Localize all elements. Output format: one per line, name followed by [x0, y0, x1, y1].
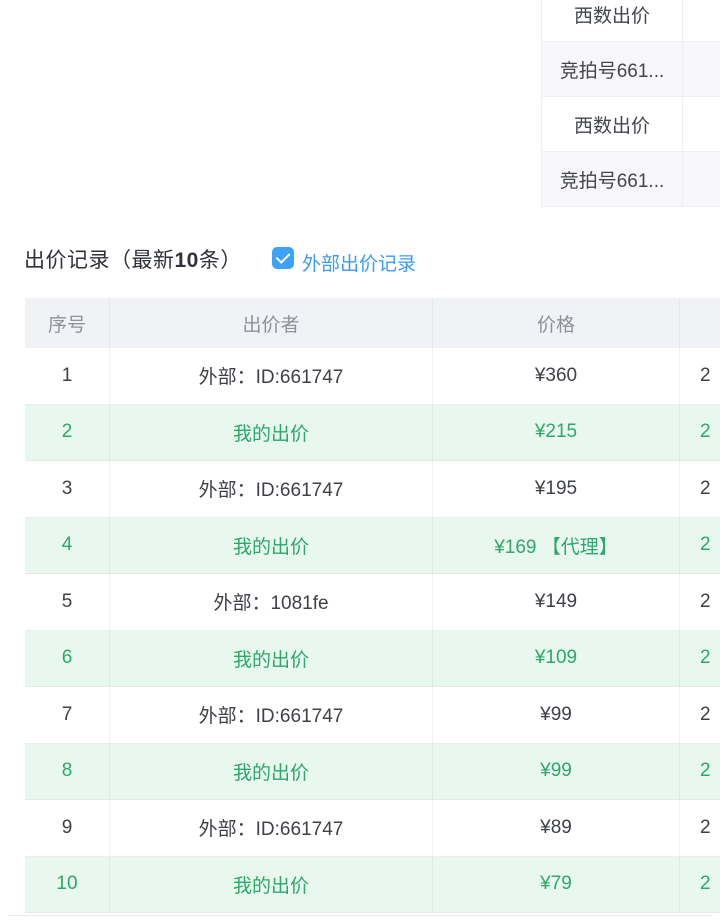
cell-price: ¥99: [433, 687, 680, 743]
cell-time-partial: 2: [680, 857, 720, 913]
info-value-cell: [683, 97, 720, 151]
cell-time-partial: 2: [680, 518, 720, 574]
cell-price: ¥109: [433, 631, 680, 687]
cell-index: 5: [25, 574, 110, 630]
cell-index: 9: [25, 800, 110, 856]
cell-price: ¥195: [433, 461, 680, 517]
info-value-cell: [683, 152, 720, 206]
cell-time-partial: 2: [680, 574, 720, 630]
table-row: 5 外部：1081fe ¥149 2: [25, 574, 720, 631]
cell-index: 3: [25, 461, 110, 517]
table-row: 8 我的出价 ¥99 2: [25, 744, 720, 801]
cell-price: ¥89: [433, 800, 680, 856]
cell-time-partial: 2: [680, 348, 720, 404]
header-price: 价格: [433, 298, 680, 348]
table-row: 7 外部：ID:661747 ¥99 2: [25, 687, 720, 744]
info-value-cell: [683, 42, 720, 96]
header-bidder: 出价者: [110, 298, 433, 348]
bid-history-title-suffix: 条）: [199, 249, 242, 272]
cell-bidder: 外部：ID:661747: [110, 348, 433, 404]
bid-history-title-prefix: 出价记录（最新: [24, 249, 175, 272]
cell-time-partial: 2: [680, 631, 720, 687]
cell-time-partial: 2: [680, 461, 720, 517]
info-label-cell: 西数出价: [542, 0, 683, 41]
cell-bidder: 外部：ID:661747: [110, 687, 433, 743]
bid-table-body: 1 外部：ID:661747 ¥360 2 2 我的出价 ¥215 2 3 外部…: [25, 348, 720, 913]
cell-price: ¥215: [433, 405, 680, 461]
table-row: 1 外部：ID:661747 ¥360 2: [25, 348, 720, 405]
bid-history-title: 出价记录（最新10条）: [24, 244, 242, 274]
cell-price: ¥360: [433, 348, 680, 404]
cell-bidder: 外部：1081fe: [110, 574, 433, 630]
info-row: 西数出价: [542, 97, 720, 152]
cell-index: 4: [25, 518, 110, 574]
header-time: [680, 298, 720, 348]
table-row: 2 我的出价 ¥215 2: [25, 405, 720, 462]
cell-index: 10: [25, 857, 110, 913]
cell-price: ¥99: [433, 744, 680, 800]
bid-table-header: 序号 出价者 价格: [25, 298, 720, 348]
cell-bidder: 外部：ID:661747: [110, 800, 433, 856]
table-row: 3 外部：ID:661747 ¥195 2: [25, 461, 720, 518]
cell-price: ¥79: [433, 857, 680, 913]
section-divider: [8, 915, 712, 916]
cell-index: 6: [25, 631, 110, 687]
table-row: 4 我的出价 ¥169 【代理】 2: [25, 518, 720, 575]
bid-history-table: 序号 出价者 价格 1 外部：ID:661747 ¥360 2 2 我的出价 ¥…: [25, 298, 720, 913]
info-row: 竞拍号661...: [542, 42, 720, 97]
external-bids-checkbox[interactable]: [272, 247, 294, 269]
bid-history-count: 10: [175, 249, 199, 272]
cell-time-partial: 2: [680, 744, 720, 800]
cell-time-partial: 2: [680, 687, 720, 743]
cell-price: ¥149: [433, 574, 680, 630]
info-row: 竞拍号661...: [542, 152, 720, 207]
table-row: 10 我的出价 ¥79 2: [25, 857, 720, 914]
cell-bidder: 我的出价: [110, 405, 433, 461]
cell-bidder: 我的出价: [110, 857, 433, 913]
info-value-cell: [683, 0, 720, 41]
cell-index: 7: [25, 687, 110, 743]
cell-index: 2: [25, 405, 110, 461]
cell-time-partial: 2: [680, 405, 720, 461]
info-label-cell: 竞拍号661...: [542, 42, 683, 96]
cell-time-partial: 2: [680, 800, 720, 856]
cell-bidder: 我的出价: [110, 631, 433, 687]
cell-price: ¥169 【代理】: [433, 518, 680, 574]
auction-info-table: 西数出价 竞拍号661... 西数出价 竞拍号661...: [541, 0, 720, 207]
cell-bidder: 外部：ID:661747: [110, 461, 433, 517]
info-label-cell: 西数出价: [542, 97, 683, 151]
header-index: 序号: [25, 298, 110, 348]
info-label-cell: 竞拍号661...: [542, 152, 683, 206]
table-row: 9 外部：ID:661747 ¥89 2: [25, 800, 720, 857]
external-bids-checkbox-label[interactable]: 外部出价记录: [302, 249, 416, 276]
table-row: 6 我的出价 ¥109 2: [25, 631, 720, 688]
cell-index: 8: [25, 744, 110, 800]
cell-bidder: 我的出价: [110, 744, 433, 800]
cell-index: 1: [25, 348, 110, 404]
cell-bidder: 我的出价: [110, 518, 433, 574]
info-row: 西数出价: [542, 0, 720, 42]
